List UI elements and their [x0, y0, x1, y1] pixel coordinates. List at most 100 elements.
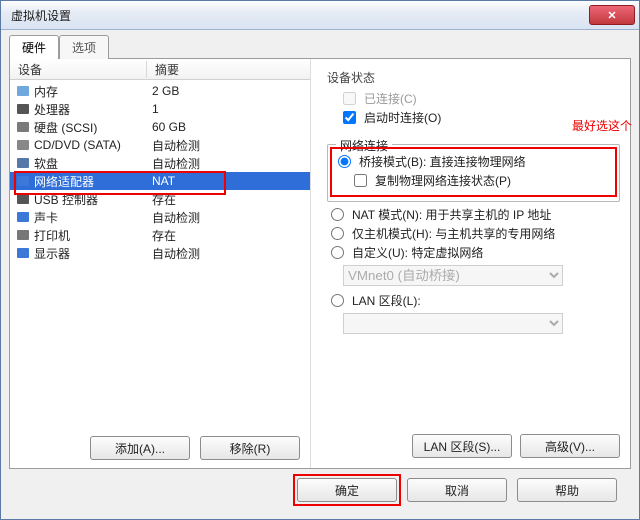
dialog-body: 硬件 选项 设备 摘要 内存2 GB处理器1硬盘 (SCSI)60 GBCD/D…: [1, 30, 639, 519]
list-item[interactable]: CD/DVD (SATA)自动检测: [10, 136, 310, 154]
nat-radio-row[interactable]: NAT 模式(N): 用于共享主机的 IP 地址: [331, 206, 620, 223]
col-summary[interactable]: 摘要: [147, 61, 310, 78]
help-button[interactable]: 帮助: [517, 478, 617, 502]
device-summary: 存在: [152, 191, 310, 208]
help-label: 帮助: [555, 482, 579, 499]
hardware-list-pane: 设备 摘要 内存2 GB处理器1硬盘 (SCSI)60 GBCD/DVD (SA…: [10, 59, 311, 468]
remove-button-label: 移除(R): [230, 440, 271, 457]
col-device[interactable]: 设备: [10, 61, 147, 78]
lan-segment-combo: [343, 313, 563, 334]
tab-options-label: 选项: [72, 41, 96, 55]
display-icon: [16, 246, 30, 260]
custom-radio[interactable]: [331, 246, 344, 259]
replicate-label: 复制物理网络连接状态(P): [375, 172, 511, 189]
printer-icon: [16, 228, 30, 242]
device-summary: 自动检测: [152, 209, 310, 226]
device-name: 声卡: [34, 209, 152, 226]
nat-radio[interactable]: [331, 208, 344, 221]
lan-radio-row[interactable]: LAN 区段(L):: [331, 292, 620, 309]
hostonly-radio-row[interactable]: 仅主机模式(H): 与主机共享的专用网络: [331, 225, 620, 242]
device-summary: 自动检测: [152, 155, 310, 172]
replicate-row[interactable]: 复制物理网络连接状态(P): [354, 172, 609, 189]
tab-panel: 设备 摘要 内存2 GB处理器1硬盘 (SCSI)60 GBCD/DVD (SA…: [9, 58, 631, 469]
connect-at-power-label: 启动时连接(O): [364, 109, 441, 126]
custom-label: 自定义(U): 特定虚拟网络: [352, 244, 483, 261]
disk-icon: [16, 120, 30, 134]
ok-button[interactable]: 确定: [297, 478, 397, 502]
list-item[interactable]: 网络适配器NAT: [10, 172, 310, 190]
tab-strip: 硬件 选项: [9, 36, 631, 58]
connected-label: 已连接(C): [364, 90, 417, 107]
connected-checkbox-row: 已连接(C): [343, 90, 620, 107]
bridged-radio-row[interactable]: 桥接模式(B): 直接连接物理网络: [338, 153, 609, 170]
bridged-radio[interactable]: [338, 155, 351, 168]
custom-radio-row[interactable]: 自定义(U): 特定虚拟网络: [331, 244, 620, 261]
device-name: 处理器: [34, 101, 152, 118]
cpu-icon: [16, 102, 30, 116]
device-summary: 1: [152, 102, 310, 116]
list-item[interactable]: 处理器1: [10, 100, 310, 118]
network-connection-group: 网络连接 桥接模式(B): 直接连接物理网络 复制物理网络连接状态(P): [327, 144, 620, 202]
network-title: 网络连接: [336, 137, 392, 154]
connected-checkbox: [343, 92, 356, 105]
list-item[interactable]: 软盘自动检测: [10, 154, 310, 172]
right-buttons: LAN 区段(S)... 高级(V)...: [327, 434, 620, 458]
device-summary: 自动检测: [152, 245, 310, 262]
ok-label: 确定: [335, 482, 359, 499]
titlebar[interactable]: 虚拟机设置 ✕: [1, 1, 639, 30]
list-item[interactable]: 内存2 GB: [10, 82, 310, 100]
usb-icon: [16, 192, 30, 206]
device-name: 硬盘 (SCSI): [34, 119, 152, 136]
list-item[interactable]: 显示器自动检测: [10, 244, 310, 262]
device-summary: 2 GB: [152, 84, 310, 98]
add-button[interactable]: 添加(A)...: [90, 436, 190, 460]
device-summary: 60 GB: [152, 120, 310, 134]
lan-radio[interactable]: [331, 294, 344, 307]
nat-label: NAT 模式(N): 用于共享主机的 IP 地址: [352, 206, 551, 223]
window-title: 虚拟机设置: [5, 7, 589, 24]
advanced-label: 高级(V)...: [545, 438, 595, 455]
hostonly-radio[interactable]: [331, 227, 344, 240]
lan-segments-label: LAN 区段(S)...: [424, 438, 501, 455]
device-state-title: 设备状态: [327, 69, 620, 86]
annotation-note: 最好选这个: [572, 117, 632, 134]
list-item[interactable]: USB 控制器存在: [10, 190, 310, 208]
vm-settings-window: 虚拟机设置 ✕ 硬件 选项 设备 摘要 内存2 GB处理器1硬盘 (SCSI)6…: [0, 0, 640, 520]
list-header: 设备 摘要: [10, 59, 310, 80]
list-item[interactable]: 打印机存在: [10, 226, 310, 244]
tab-options[interactable]: 选项: [59, 35, 109, 59]
list-buttons: 添加(A)... 移除(R): [10, 428, 310, 468]
remove-button[interactable]: 移除(R): [200, 436, 300, 460]
close-button[interactable]: ✕: [589, 5, 635, 25]
connect-at-power-checkbox[interactable]: [343, 111, 356, 124]
list-item[interactable]: 声卡自动检测: [10, 208, 310, 226]
device-summary: 存在: [152, 227, 310, 244]
sound-icon: [16, 210, 30, 224]
device-summary: 自动检测: [152, 137, 310, 154]
device-details-pane: 设备状态 已连接(C) 启动时连接(O) 网络连接 桥接模式(B): 直接连接物…: [311, 59, 630, 468]
lan-label: LAN 区段(L):: [352, 292, 421, 309]
cancel-button[interactable]: 取消: [407, 478, 507, 502]
device-name: 打印机: [34, 227, 152, 244]
custom-vmnet-combo: VMnet0 (自动桥接): [343, 265, 563, 286]
cancel-label: 取消: [445, 482, 469, 499]
memory-icon: [16, 84, 30, 98]
tab-hardware[interactable]: 硬件: [9, 35, 59, 59]
advanced-button[interactable]: 高级(V)...: [520, 434, 620, 458]
device-summary: NAT: [152, 174, 310, 188]
cd-icon: [16, 138, 30, 152]
device-name: 显示器: [34, 245, 152, 262]
lan-segments-button[interactable]: LAN 区段(S)...: [412, 434, 512, 458]
tab-hardware-label: 硬件: [22, 41, 46, 55]
replicate-checkbox[interactable]: [354, 174, 367, 187]
list-item[interactable]: 硬盘 (SCSI)60 GB: [10, 118, 310, 136]
bridged-label: 桥接模式(B): 直接连接物理网络: [359, 153, 526, 170]
nic-icon: [16, 174, 30, 188]
device-name: USB 控制器: [34, 191, 152, 208]
floppy-icon: [16, 156, 30, 170]
hardware-list[interactable]: 内存2 GB处理器1硬盘 (SCSI)60 GBCD/DVD (SATA)自动检…: [10, 80, 310, 428]
dialog-footer: 确定 取消 帮助: [9, 469, 631, 511]
device-name: 网络适配器: [34, 173, 152, 190]
hostonly-label: 仅主机模式(H): 与主机共享的专用网络: [352, 225, 555, 242]
add-button-label: 添加(A)...: [115, 440, 165, 457]
